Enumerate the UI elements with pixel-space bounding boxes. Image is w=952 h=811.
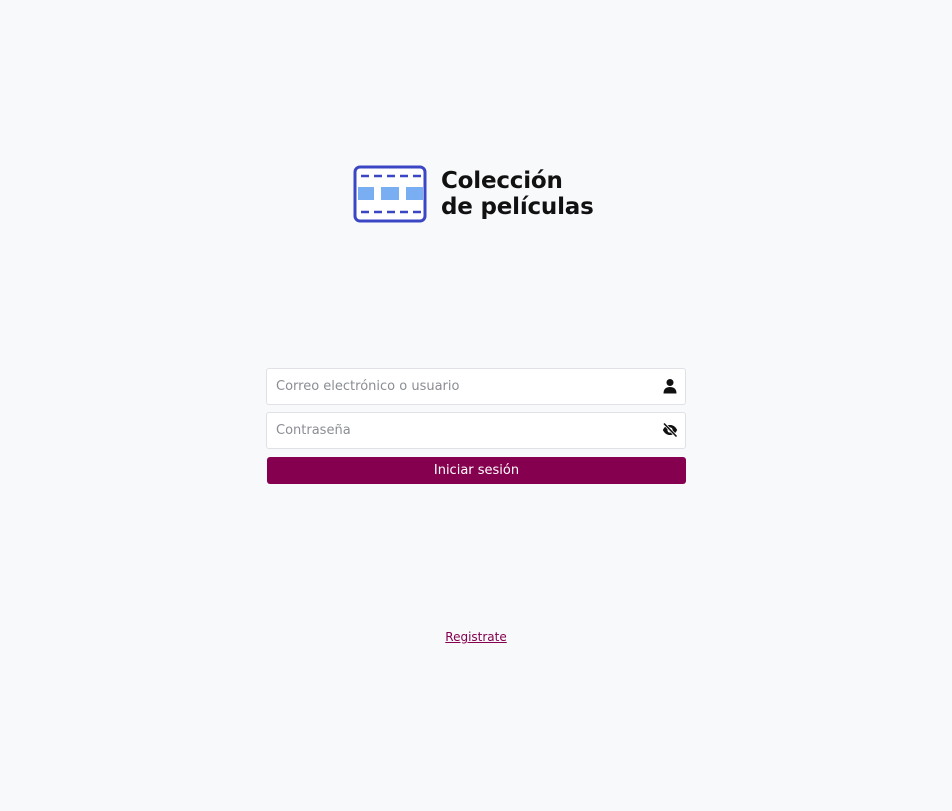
register-container: Registrate bbox=[0, 630, 952, 644]
login-form: Iniciar sesión bbox=[266, 368, 686, 484]
brand-title: Colección de películas bbox=[441, 168, 594, 220]
brand-title-line2: de películas bbox=[441, 194, 594, 220]
user-input[interactable] bbox=[267, 369, 656, 404]
film-strip-icon bbox=[353, 165, 427, 223]
register-link[interactable]: Registrate bbox=[445, 630, 506, 644]
password-input[interactable] bbox=[267, 413, 656, 448]
user-icon bbox=[663, 379, 677, 394]
login-button[interactable]: Iniciar sesión bbox=[267, 457, 686, 484]
user-field bbox=[266, 368, 686, 405]
password-field bbox=[266, 412, 686, 449]
eye-off-icon[interactable] bbox=[662, 422, 678, 438]
brand-logo: Colección de películas bbox=[353, 165, 594, 223]
brand-title-line1: Colección bbox=[441, 168, 563, 194]
